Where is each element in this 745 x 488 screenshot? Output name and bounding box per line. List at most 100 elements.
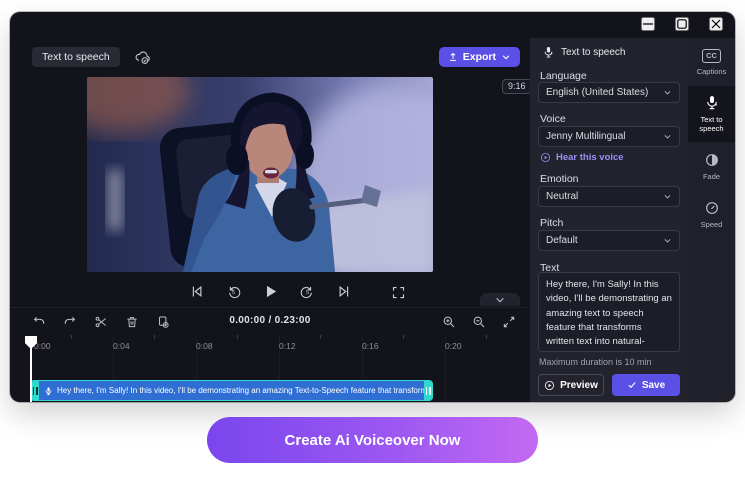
- max-duration-note: Maximum duration is 10 min: [539, 357, 652, 367]
- hear-this-voice-label: Hear this voice: [556, 152, 624, 163]
- tts-settings-panel: Text to speech Language English (United …: [530, 38, 688, 402]
- upload-icon: [448, 52, 458, 62]
- language-value: English (United States): [546, 87, 663, 98]
- skip-start-button[interactable]: [186, 281, 206, 301]
- close-icon: [711, 19, 721, 29]
- tts-audio-clip[interactable]: Hey there, I'm Sally! In this video, I'l…: [30, 380, 433, 401]
- clip-caption-text: Hey there, I'm Sally! In this video, I'l…: [57, 386, 424, 395]
- transport-bar: 5 5: [10, 277, 530, 305]
- emotion-value: Neutral: [546, 191, 663, 202]
- speed-icon: [704, 200, 720, 216]
- tts-text-input[interactable]: Hey there, I'm Sally! In this video, I'l…: [538, 272, 680, 352]
- editor-toolbar: Text to speech Export: [32, 45, 520, 69]
- tool-rail: CC Captions Text to speech Fade: [688, 38, 735, 402]
- timeline-toolbar: 0.00:00 / 0.23:00: [10, 307, 530, 335]
- rail-item-speed[interactable]: Speed: [688, 190, 735, 238]
- page: Text to speech Export: [0, 0, 745, 488]
- fullscreen-button[interactable]: [388, 282, 408, 302]
- rail-item-text-to-speech[interactable]: Text to speech: [688, 86, 735, 142]
- emotion-select[interactable]: Neutral: [538, 186, 680, 207]
- maximize-icon: [677, 19, 687, 29]
- rail-item-label: Text to speech: [695, 115, 729, 133]
- maximize-button[interactable]: [675, 17, 689, 31]
- rail-item-label: Fade: [703, 172, 720, 181]
- language-select[interactable]: English (United States): [538, 82, 680, 103]
- zoom-fit-button[interactable]: [500, 314, 517, 331]
- video-frame-illustration: [87, 77, 433, 272]
- playback-controls: 5 5: [10, 277, 530, 305]
- microphone-icon: [543, 46, 554, 59]
- voice-label: Voice: [540, 113, 566, 125]
- voice-value: Jenny Multilingual: [546, 131, 663, 142]
- close-button[interactable]: [709, 17, 723, 31]
- app-window: Text to speech Export: [10, 12, 735, 402]
- hear-this-voice-link[interactable]: Hear this voice: [540, 152, 624, 163]
- preview-button[interactable]: Preview: [538, 374, 604, 396]
- chevron-down-icon: [663, 192, 672, 201]
- title-bar: [10, 12, 735, 38]
- play-circle-icon: [540, 152, 551, 163]
- skip-end-icon: [337, 284, 352, 299]
- svg-text:5: 5: [305, 290, 308, 296]
- editor-area: Text to speech Export: [10, 12, 530, 402]
- microphone-icon: [704, 95, 720, 111]
- timeline[interactable]: 0:00 0:04 0:08 0:12 0:16 0:20 Hey there,…: [10, 335, 530, 402]
- zoom-in-button[interactable]: [440, 314, 457, 331]
- aspect-ratio-badge: 9:16: [502, 79, 532, 94]
- create-ai-voiceover-button[interactable]: Create Ai Voiceover Now: [207, 417, 538, 463]
- clip-trim-handle-right[interactable]: [424, 381, 432, 400]
- minimize-icon: [643, 19, 653, 29]
- zoom-in-icon: [442, 315, 456, 329]
- ruler-label: 0:20: [445, 341, 462, 351]
- play-button[interactable]: [260, 281, 280, 301]
- preview-label: Preview: [560, 380, 598, 391]
- captions-cc-icon: CC: [702, 49, 721, 63]
- fullscreen-icon: [391, 285, 406, 300]
- zoom-out-icon: [472, 315, 486, 329]
- play-circle-icon: [544, 380, 555, 391]
- skip-start-icon: [189, 284, 204, 299]
- emotion-label: Emotion: [540, 173, 579, 185]
- pitch-label: Pitch: [540, 217, 563, 229]
- rail-item-captions[interactable]: CC Captions: [688, 38, 735, 86]
- ruler-tick: [486, 335, 487, 339]
- ruler-label: 0:12: [279, 341, 296, 351]
- cloud-saved-icon: [134, 50, 151, 65]
- export-label: Export: [463, 52, 496, 63]
- save-label: Save: [642, 380, 665, 391]
- zoom-out-button[interactable]: [470, 314, 487, 331]
- check-icon: [627, 380, 637, 390]
- text-to-speech-chip[interactable]: Text to speech: [32, 47, 120, 68]
- microphone-icon: [44, 386, 53, 396]
- chevron-down-icon: [501, 52, 511, 62]
- save-button[interactable]: Save: [612, 374, 680, 396]
- rail-item-label: Speed: [701, 220, 723, 229]
- skip-end-button[interactable]: [334, 281, 354, 301]
- rewind-5-button[interactable]: 5: [223, 281, 243, 301]
- voice-select[interactable]: Jenny Multilingual: [538, 126, 680, 147]
- forward-5-icon: 5: [300, 284, 315, 299]
- chevron-down-icon: [663, 132, 672, 141]
- panel-header: Text to speech: [543, 46, 625, 59]
- window-controls: [641, 17, 723, 31]
- zoom-tools: [440, 308, 517, 336]
- pitch-value: Default: [546, 235, 663, 246]
- ruler-tick: [403, 335, 404, 339]
- forward-5-button[interactable]: 5: [297, 281, 317, 301]
- rail-item-fade[interactable]: Fade: [688, 142, 735, 190]
- minimize-button[interactable]: [641, 17, 655, 31]
- collapse-preview-button[interactable]: [480, 293, 520, 306]
- video-preview[interactable]: [87, 77, 433, 272]
- ruler-tick: [237, 335, 238, 339]
- rewind-5-icon: 5: [226, 284, 241, 299]
- zoom-fit-icon: [502, 315, 516, 329]
- ruler-label: 0:08: [196, 341, 213, 351]
- fade-icon: [704, 152, 720, 168]
- rail-item-label: Captions: [697, 67, 727, 76]
- ruler-tick: [320, 335, 321, 339]
- clip-trim-handle-left[interactable]: [31, 381, 39, 400]
- pitch-select[interactable]: Default: [538, 230, 680, 251]
- export-button[interactable]: Export: [439, 47, 520, 68]
- panel-title: Text to speech: [561, 47, 625, 58]
- svg-text:5: 5: [231, 290, 234, 296]
